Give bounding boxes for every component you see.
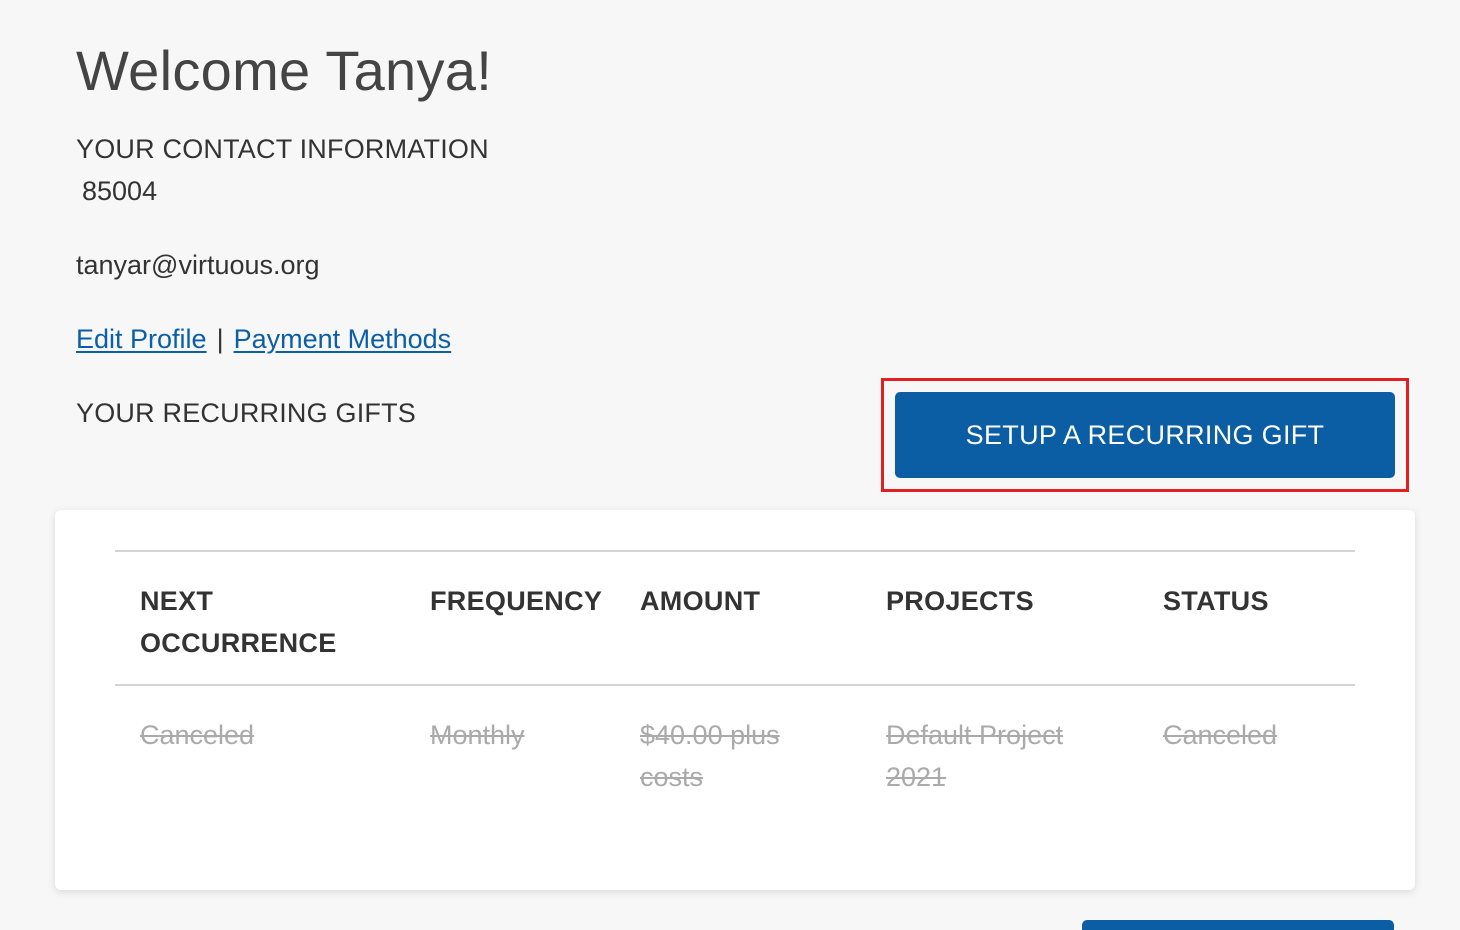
setup-recurring-gift-button[interactable]: SETUP A RECURRING GIFT [895, 392, 1395, 478]
cell-frequency: Monthly [430, 720, 525, 750]
column-header-next-occurrence: NEXT OCCURRENCE [140, 586, 337, 658]
account-page: Welcome Tanya! YOUR CONTACT INFORMATION … [0, 0, 1460, 930]
cell-status: Canceled [1163, 720, 1278, 750]
partially-visible-button[interactable] [1082, 920, 1394, 930]
table-header-divider [115, 684, 1355, 686]
contact-zip: 85004 [82, 176, 158, 206]
recurring-gifts-heading: YOUR RECURRING GIFTS [76, 398, 417, 428]
payment-methods-link[interactable]: Payment Methods [234, 324, 452, 354]
column-header-amount: AMOUNT [640, 586, 761, 616]
column-header-projects: PROJECTS [886, 586, 1034, 616]
table-top-divider [115, 550, 1355, 552]
cell-amount: $40.00 plus costs [640, 720, 780, 792]
link-separator: | [216, 324, 224, 354]
profile-links: Edit Profile | Payment Methods [76, 324, 451, 355]
contact-email: tanyar@virtuous.org [76, 250, 320, 280]
edit-profile-link[interactable]: Edit Profile [76, 324, 207, 354]
column-header-frequency: FREQUENCY [430, 586, 603, 616]
cell-next-occurrence: Canceled [140, 720, 255, 750]
recurring-gifts-table: NEXT OCCURRENCE FREQUENCY AMOUNT PROJECT… [55, 510, 1415, 890]
column-header-status: STATUS [1163, 586, 1269, 616]
cell-projects: Default Project 2021 [886, 720, 1064, 792]
page-title: Welcome Tanya! [76, 39, 493, 102]
contact-info-heading: YOUR CONTACT INFORMATION [76, 134, 489, 164]
